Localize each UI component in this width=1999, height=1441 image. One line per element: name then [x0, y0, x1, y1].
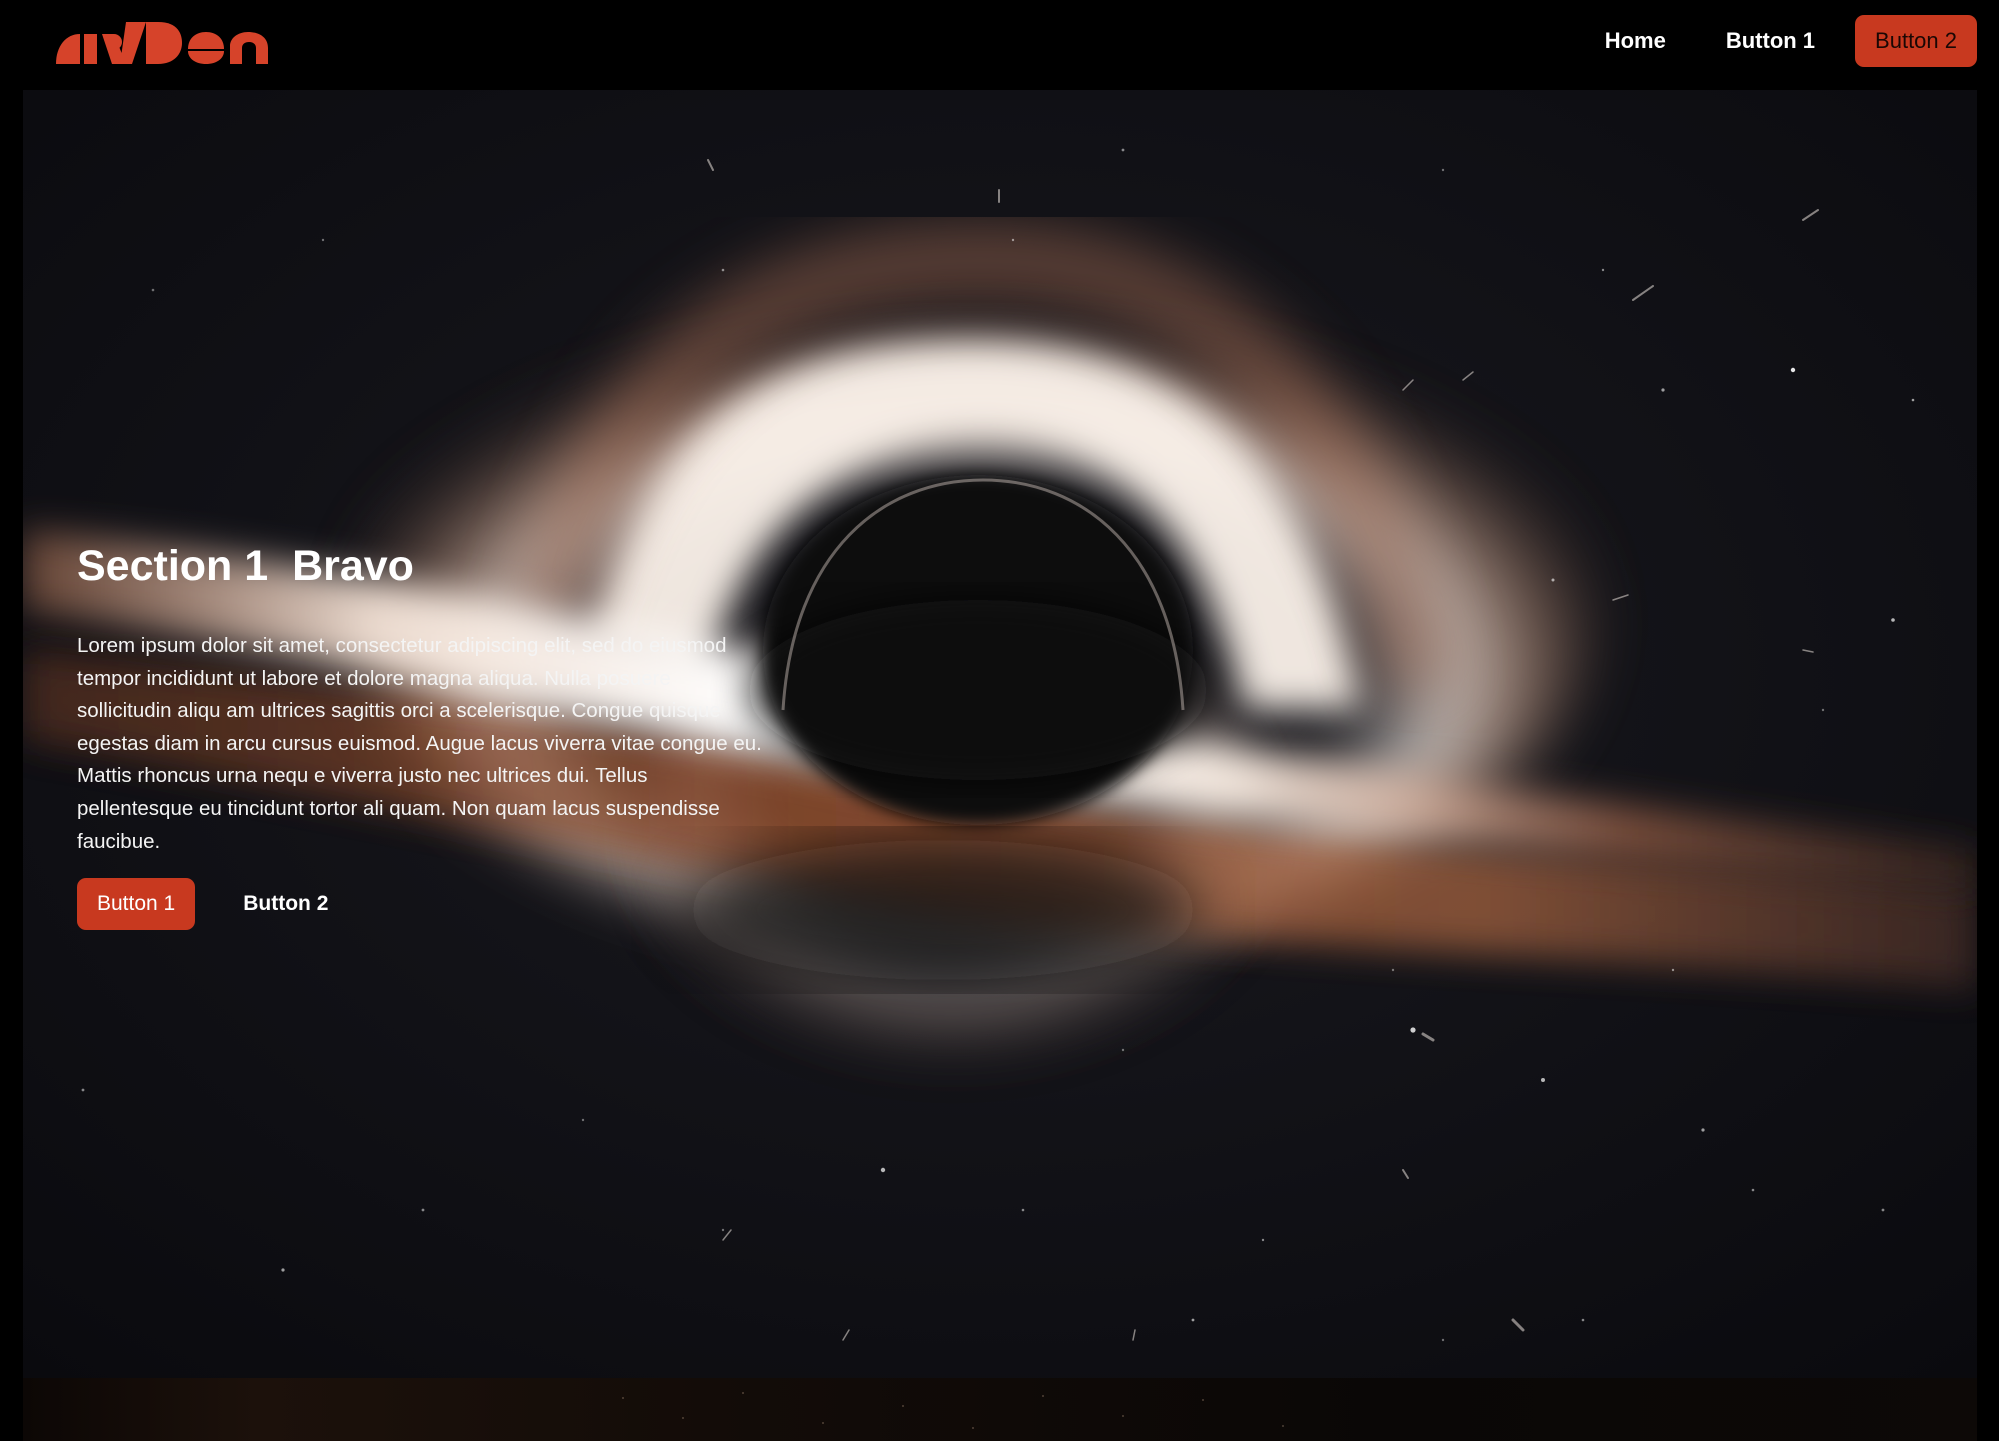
page: Home Button 1 Button 2 Section 1 Bravo L… [0, 0, 1999, 1441]
hero-body-text: Lorem ipsum dolor sit amet, consectetur … [77, 634, 762, 853]
nav-button-1[interactable]: Button 1 [1706, 15, 1835, 67]
hero-title: Section 1 Bravo [77, 542, 414, 590]
next-section-peek [23, 1378, 1977, 1441]
nav-home-link[interactable]: Home [1585, 15, 1686, 67]
top-navbar: Home Button 1 Button 2 [0, 0, 1999, 90]
nav-links: Home Button 1 Button 2 [1585, 15, 1977, 67]
hero-section: Section 1 Bravo Lorem ipsum dolor sit am… [23, 90, 1977, 1378]
hero-actions: Button 1 Button 2 [77, 878, 777, 931]
nav-button-2[interactable]: Button 2 [1855, 15, 1977, 67]
hero-button-1[interactable]: Button 1 [77, 878, 196, 931]
hero-content: Section 1 Bravo Lorem ipsum dolor sit am… [77, 540, 777, 931]
hero-button-2[interactable]: Button 2 [223, 878, 348, 930]
brand-logo[interactable] [54, 20, 276, 64]
next-section-background [622, 1392, 1284, 1429]
